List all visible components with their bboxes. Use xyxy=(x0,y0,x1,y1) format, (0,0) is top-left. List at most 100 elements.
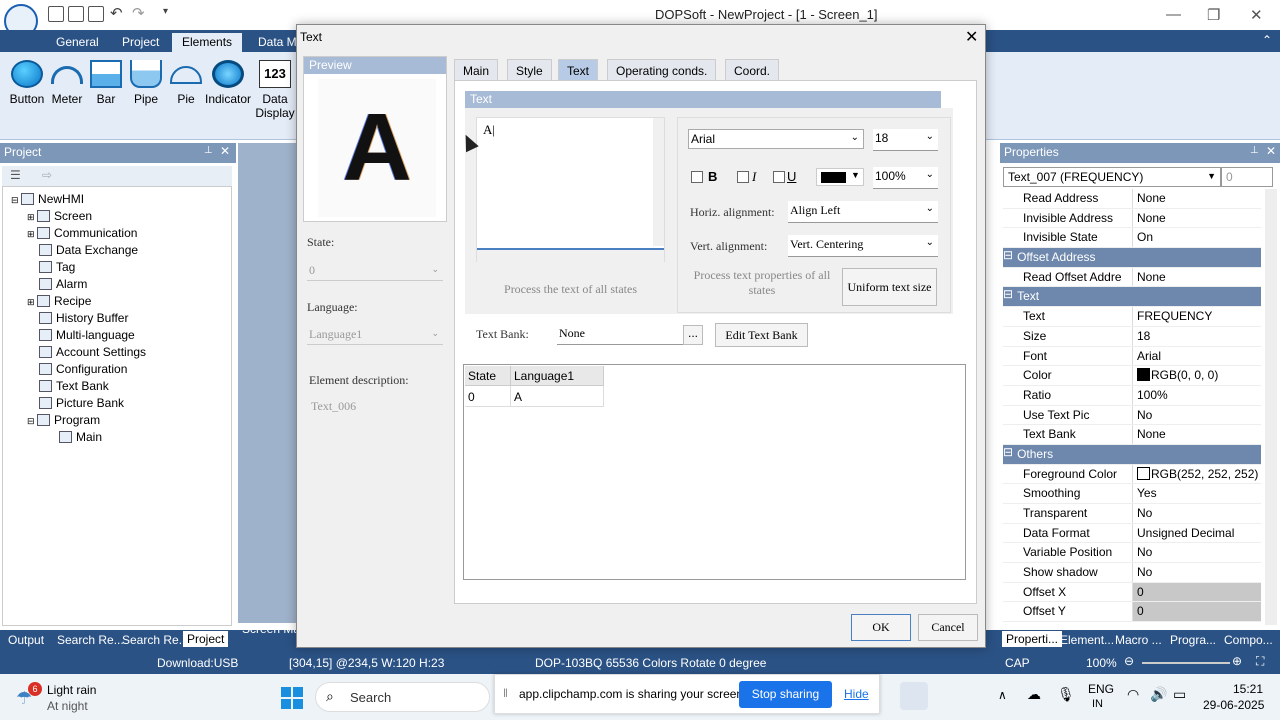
wifi-icon[interactable]: ◠ xyxy=(1127,686,1139,703)
property-value[interactable]: None xyxy=(1133,425,1261,444)
property-row[interactable]: Invisible Address None xyxy=(1003,208,1261,229)
property-row[interactable]: Offset Y 0 xyxy=(1003,602,1261,623)
tab-properties[interactable]: Properti... xyxy=(1002,631,1063,647)
new-icon[interactable] xyxy=(48,6,64,22)
text-bank-browse-button[interactable]: ... xyxy=(683,325,703,345)
property-category[interactable]: ⊟ Others xyxy=(1003,444,1261,465)
tree-item-picture-bank[interactable]: Picture Bank xyxy=(39,396,124,410)
horizontal-scrollbar[interactable] xyxy=(477,248,664,262)
weather-text[interactable]: Light rain xyxy=(47,683,96,697)
table-cell-state[interactable]: 0 xyxy=(465,386,511,407)
tree-item-main[interactable]: Main xyxy=(59,430,102,444)
drag-handle-icon[interactable]: ‖ xyxy=(503,686,508,700)
tab-elements-list[interactable]: Element... xyxy=(1060,633,1114,647)
property-value[interactable]: Unsigned Decimal xyxy=(1133,524,1261,543)
element-index[interactable]: 0 xyxy=(1221,167,1273,187)
property-row[interactable]: Show shadow No xyxy=(1003,563,1261,583)
table-cell-language1[interactable]: A xyxy=(511,386,604,407)
tab-search-results-1[interactable]: Search Re... xyxy=(57,633,124,647)
app-taskbar-icon[interactable] xyxy=(900,682,928,710)
element-selector[interactable]: Text_007 (FREQUENCY) ▼ xyxy=(1003,167,1221,187)
windows-start-icon[interactable] xyxy=(281,687,303,709)
collapse-icon[interactable]: ⊟ xyxy=(1003,248,1013,267)
tray-chevron-icon[interactable]: ∧ xyxy=(998,688,1007,702)
undo-icon[interactable]: ↶ xyxy=(110,4,123,22)
language-indicator[interactable]: ENG xyxy=(1088,682,1114,696)
ok-button[interactable]: OK xyxy=(851,614,911,641)
edit-text-bank-button[interactable]: Edit Text Bank xyxy=(715,323,808,347)
tab-coord[interactable]: Coord. xyxy=(725,59,780,81)
fit-screen-icon[interactable]: ⛶ xyxy=(1256,654,1264,669)
microphone-icon[interactable]: 🎙 xyxy=(1057,686,1075,703)
property-row[interactable]: Size 18 xyxy=(1003,326,1261,347)
property-value[interactable]: None xyxy=(1133,189,1261,208)
tree-view-icon[interactable]: ☰ xyxy=(10,168,21,182)
property-row[interactable]: Smoothing Yes xyxy=(1003,484,1261,504)
tree-item-alarm[interactable]: Alarm xyxy=(39,277,87,291)
zoom-in-icon[interactable]: ⊕ xyxy=(1232,654,1242,668)
property-value[interactable]: Arial xyxy=(1133,347,1261,366)
property-row[interactable]: Text Bank None xyxy=(1003,425,1261,445)
clock-time[interactable]: 15:21 xyxy=(1233,682,1263,696)
tab-output[interactable]: Output xyxy=(8,633,44,647)
property-value[interactable]: No xyxy=(1133,504,1261,523)
hide-link[interactable]: Hide xyxy=(844,687,869,701)
property-row[interactable]: Read Offset Addre None xyxy=(1003,267,1261,288)
tab-elements[interactable]: Elements xyxy=(172,33,243,52)
column-header-state[interactable]: State xyxy=(465,366,511,386)
property-value[interactable]: None xyxy=(1133,209,1261,228)
property-row[interactable]: Variable Position No xyxy=(1003,543,1261,564)
stop-sharing-button[interactable]: Stop sharing xyxy=(739,681,832,708)
property-row[interactable]: Foreground Color RGB(252, 252, 252) xyxy=(1003,464,1261,485)
navigate-icon[interactable]: ⇨ xyxy=(42,168,52,182)
property-value[interactable]: On xyxy=(1133,228,1261,247)
property-row[interactable]: Ratio 100% xyxy=(1003,385,1261,406)
property-value[interactable]: RGB(252, 252, 252) xyxy=(1133,465,1261,484)
tree-item-tag[interactable]: Tag xyxy=(39,260,75,274)
color-picker[interactable]: ▼ xyxy=(816,168,864,186)
tab-style[interactable]: Style xyxy=(507,59,552,81)
horiz-alignment-select[interactable]: Align Left ⌄ xyxy=(788,201,938,223)
process-text-props[interactable]: Process text properties of all states xyxy=(687,268,837,306)
tree-item-history-buffer[interactable]: History Buffer xyxy=(39,311,128,325)
property-value[interactable]: FREQUENCY xyxy=(1133,307,1261,326)
property-value[interactable]: 0 xyxy=(1133,602,1261,622)
tree-item-account-settings[interactable]: Account Settings xyxy=(39,345,146,359)
collapse-icon[interactable]: ⊟ xyxy=(1003,287,1013,306)
open-icon[interactable] xyxy=(68,6,84,22)
property-row[interactable]: Invisible State On xyxy=(1003,228,1261,249)
property-row[interactable]: Offset X 0 xyxy=(1003,582,1261,603)
property-row[interactable]: Data Format Unsigned Decimal xyxy=(1003,523,1261,544)
collapse-icon[interactable]: ⊟ xyxy=(1003,445,1013,464)
tab-operating-conds[interactable]: Operating conds. xyxy=(607,59,717,81)
property-row[interactable]: Text FREQUENCY xyxy=(1003,307,1261,327)
tree-item-screen[interactable]: ⊞ Screen xyxy=(27,209,92,223)
property-value[interactable]: Yes xyxy=(1133,484,1261,503)
taskbar-search[interactable]: ⌕ Search xyxy=(315,682,490,712)
italic-checkbox[interactable] xyxy=(737,171,749,183)
property-scrollbar[interactable] xyxy=(1265,189,1277,625)
underline-checkbox[interactable] xyxy=(773,171,785,183)
property-row[interactable]: Use Text Pic No xyxy=(1003,405,1261,426)
tab-text[interactable]: Text xyxy=(558,59,599,81)
tree-item-communication[interactable]: ⊞ Communication xyxy=(27,226,137,240)
tree-item-text-bank[interactable]: Text Bank xyxy=(39,379,109,393)
property-row[interactable]: Font Arial xyxy=(1003,346,1261,367)
property-category[interactable]: ⊟ Text xyxy=(1003,287,1261,308)
pin-icon[interactable]: ⊥ xyxy=(204,145,213,156)
save-icon[interactable] xyxy=(88,6,104,22)
close-button[interactable]: ✕ xyxy=(1250,6,1263,24)
property-value[interactable]: 18 xyxy=(1133,327,1261,346)
tab-program[interactable]: Progra... xyxy=(1170,633,1216,647)
tab-screen-manager[interactable]: Screen Ma xyxy=(242,622,300,636)
property-value[interactable]: 0 xyxy=(1133,582,1261,602)
property-value[interactable]: No xyxy=(1133,543,1261,562)
dialog-close-button[interactable]: ✕ xyxy=(965,27,978,47)
bold-checkbox[interactable] xyxy=(691,171,703,183)
tab-macro[interactable]: Macro ... xyxy=(1115,633,1162,647)
redo-icon[interactable]: ↷ xyxy=(132,4,145,22)
tree-item-program[interactable]: ⊟ Program xyxy=(27,413,100,427)
tab-main[interactable]: Main xyxy=(454,59,499,81)
property-value[interactable]: RGB(0, 0, 0) xyxy=(1133,366,1261,385)
volume-icon[interactable]: 🔊 xyxy=(1150,686,1167,703)
